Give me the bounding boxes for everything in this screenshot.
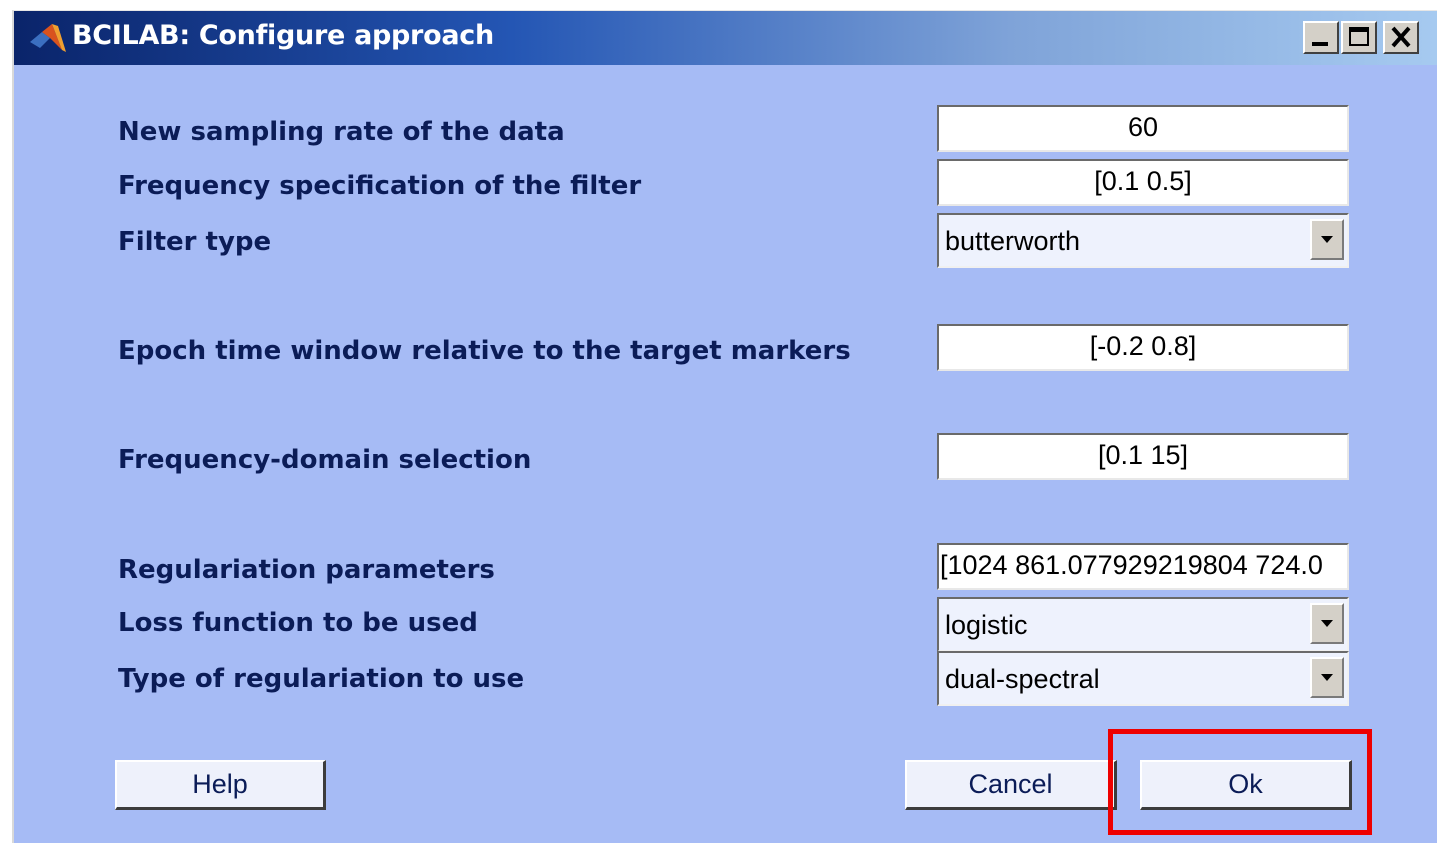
title-bar[interactable]: BCILAB: Configure approach — [14, 11, 1437, 65]
loss-function-dropdown-button[interactable] — [1310, 603, 1344, 644]
filter-freq-input[interactable]: [0.1 0.5] — [937, 159, 1349, 206]
regularization-params-input[interactable]: [1024 861.077929219804 724.0 — [937, 543, 1349, 590]
loss-function-label: Loss function to be used — [118, 608, 478, 638]
filter-type-dropdown-button[interactable] — [1310, 219, 1344, 260]
epoch-window-input[interactable]: [-0.2 0.8] — [937, 324, 1349, 371]
filter-freq-label: Frequency specification of the filter — [118, 171, 642, 201]
regularization-type-dropdown-button[interactable] — [1310, 657, 1344, 698]
freq-selection-label: Frequency-domain selection — [118, 445, 532, 475]
epoch-window-label: Epoch time window relative to the target… — [118, 336, 851, 366]
close-button[interactable] — [1383, 21, 1419, 54]
cancel-button[interactable]: Cancel — [905, 760, 1117, 810]
loss-function-select[interactable]: logistic — [937, 597, 1349, 652]
window-title: BCILAB: Configure approach — [72, 20, 494, 51]
regularization-type-select[interactable]: dual-spectral — [937, 651, 1349, 706]
ok-button[interactable]: Ok — [1140, 760, 1352, 810]
filter-type-label: Filter type — [118, 227, 272, 257]
matlab-logo-icon — [28, 22, 68, 54]
freq-selection-input[interactable]: [0.1 15] — [937, 433, 1349, 480]
loss-function-value: logistic — [945, 610, 1028, 640]
regularization-params-label: Regulariation parameters — [118, 555, 495, 585]
regularization-type-label: Type of regulariation to use — [118, 664, 525, 694]
sampling-rate-label: New sampling rate of the data — [118, 117, 565, 147]
regularization-type-value: dual-spectral — [945, 664, 1100, 694]
sampling-rate-input[interactable]: 60 — [937, 105, 1349, 152]
minimize-button[interactable] — [1303, 21, 1339, 54]
filter-type-value: butterworth — [945, 226, 1081, 256]
configure-dialog: BCILAB: Configure approach New sampling … — [12, 10, 1437, 843]
maximize-button[interactable] — [1341, 21, 1377, 54]
help-button[interactable]: Help — [115, 760, 326, 810]
filter-type-select[interactable]: butterworth — [937, 213, 1349, 268]
